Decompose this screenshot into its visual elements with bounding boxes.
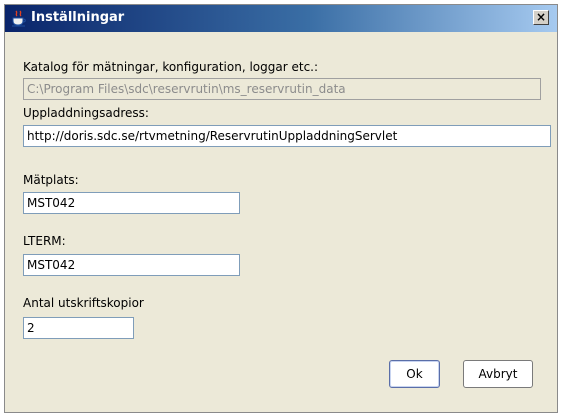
close-button[interactable]: × xyxy=(533,10,549,25)
upload-address-label: Uppladdningsadress: xyxy=(23,106,149,120)
matplats-field[interactable] xyxy=(23,192,240,214)
settings-dialog: Inställningar × Katalog för mätningar, k… xyxy=(4,4,558,413)
lterm-label: LTERM: xyxy=(23,234,66,248)
window-title: Inställningar xyxy=(31,10,125,25)
copies-label: Antal utskriftskopior xyxy=(23,296,144,310)
java-cup-icon xyxy=(12,10,26,27)
copies-field[interactable] xyxy=(23,317,134,339)
title-bar[interactable]: Inställningar × xyxy=(5,5,557,32)
lterm-field[interactable] xyxy=(23,254,240,276)
catalog-field[interactable] xyxy=(23,78,541,100)
ok-button[interactable]: Ok xyxy=(389,360,440,388)
upload-address-field[interactable] xyxy=(23,125,551,147)
catalog-label: Katalog för mätningar, konfiguration, lo… xyxy=(23,60,319,74)
matplats-label: Mätplats: xyxy=(23,173,79,187)
cancel-button[interactable]: Avbryt xyxy=(463,360,533,388)
